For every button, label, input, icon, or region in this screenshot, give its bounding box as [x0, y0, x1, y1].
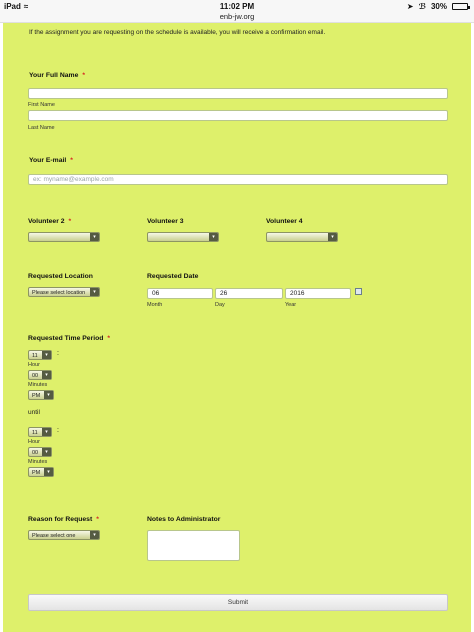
address-bar[interactable]: enb-jw.org: [0, 12, 474, 21]
hour-sublabel: Hour: [28, 362, 40, 368]
required-mark: *: [68, 218, 72, 225]
email-input[interactable]: ex: myname@example.com: [28, 174, 448, 185]
time-colon: :: [57, 427, 59, 434]
chevron-down-icon: ▾: [328, 233, 337, 241]
time-period-label: Requested Time Period *: [28, 335, 111, 342]
chevron-down-icon: ▾: [90, 288, 99, 296]
required-mark: *: [70, 157, 73, 164]
last-name-input[interactable]: [28, 110, 448, 121]
end-hour-select[interactable]: 11 ▾: [28, 427, 52, 437]
month-sublabel: Month: [147, 302, 163, 308]
chevron-down-icon: ▾: [42, 371, 51, 379]
last-name-sublabel: Last Name: [28, 125, 55, 131]
volunteer-4-select[interactable]: ▾: [266, 232, 338, 242]
status-bar: iPad ≈ 11:02 PM enb-jw.org ➤ ℬ 30%: [0, 0, 474, 23]
date-label: Requested Date: [147, 273, 199, 280]
chevron-down-icon: ▾: [90, 531, 99, 539]
day-sublabel: Day: [215, 302, 225, 308]
first-name-sublabel: First Name: [28, 102, 55, 108]
reason-select[interactable]: Please select one ▾: [28, 530, 100, 540]
required-mark: *: [82, 72, 86, 79]
notes-label: Notes to Administrator: [147, 516, 221, 523]
start-minutes-select[interactable]: 00 ▾: [28, 370, 52, 380]
full-name-label: Your Full Name *: [29, 72, 86, 79]
year-sublabel: Year: [285, 302, 297, 308]
location-select[interactable]: Please select location ▾: [28, 287, 100, 297]
intro-text: If the assignment you are requesting on …: [29, 29, 326, 36]
email-label: Your E-mail *: [29, 157, 73, 164]
request-form: If the assignment you are requesting on …: [3, 23, 471, 632]
location-label: Requested Location: [28, 273, 93, 280]
reason-label: Reason for Request *: [28, 516, 99, 523]
chevron-down-icon: ▾: [42, 428, 51, 436]
minutes-sublabel: Minutes: [28, 459, 48, 465]
volunteer-4-label: Volunteer 4: [266, 218, 303, 225]
battery-percent: 30%: [430, 2, 447, 11]
date-month-input[interactable]: 06: [147, 288, 213, 299]
hour-sublabel: Hour: [28, 439, 40, 445]
start-hour-select[interactable]: 11 ▾: [28, 350, 52, 360]
volunteer-3-select[interactable]: ▾: [147, 232, 219, 242]
required-mark: *: [96, 516, 99, 523]
notes-textarea[interactable]: [147, 530, 240, 561]
start-ampm-select[interactable]: PM ▾: [28, 390, 54, 400]
battery-icon: [452, 3, 470, 10]
calendar-icon[interactable]: [355, 288, 362, 295]
chevron-down-icon: ▾: [209, 233, 218, 241]
chevron-down-icon: ▾: [44, 391, 53, 399]
volunteer-2-label: Volunteer 2 *: [28, 218, 72, 225]
time-colon: :: [57, 350, 59, 357]
chevron-down-icon: ▾: [44, 468, 53, 476]
location-icon: ➤: [406, 2, 414, 11]
date-day-input[interactable]: 26: [215, 288, 283, 299]
chevron-down-icon: ▾: [90, 233, 99, 241]
until-label: until: [28, 409, 40, 416]
first-name-input[interactable]: [28, 88, 448, 99]
chevron-down-icon: ▾: [42, 351, 51, 359]
bluetooth-icon: ℬ: [418, 2, 426, 11]
minutes-sublabel: Minutes: [28, 382, 48, 388]
volunteer-3-label: Volunteer 3: [147, 218, 184, 225]
volunteer-2-select[interactable]: ▾: [28, 232, 100, 242]
submit-button[interactable]: Submit: [28, 594, 448, 611]
chevron-down-icon: ▾: [42, 448, 51, 456]
end-ampm-select[interactable]: PM ▾: [28, 467, 54, 477]
required-mark: *: [107, 335, 111, 342]
clock: 11:02 PM: [219, 2, 255, 11]
end-minutes-select[interactable]: 00 ▾: [28, 447, 52, 457]
date-year-input[interactable]: 2016: [285, 288, 351, 299]
